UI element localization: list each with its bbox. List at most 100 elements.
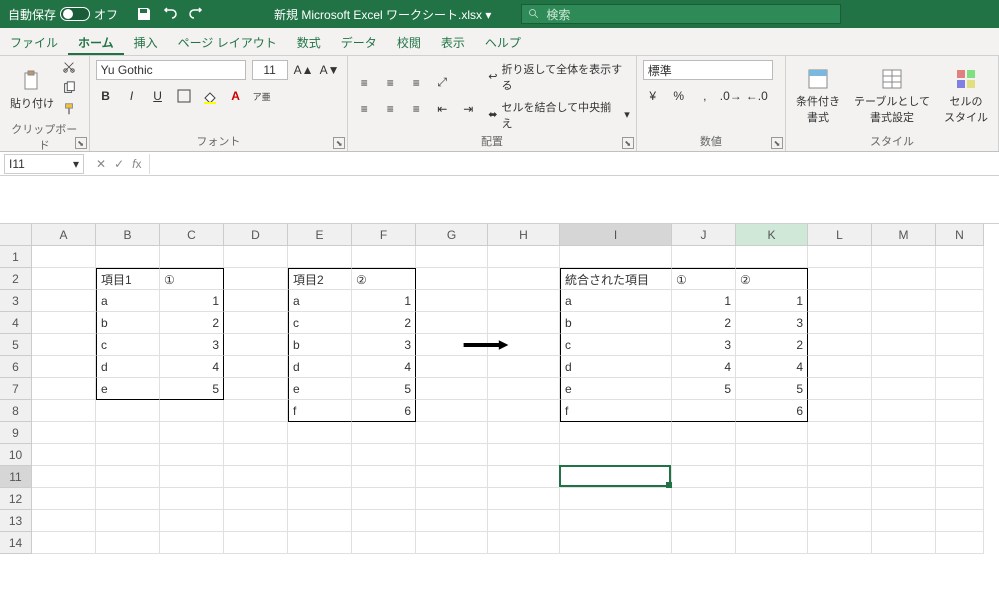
- cell-A12[interactable]: [32, 488, 96, 510]
- cell-I9[interactable]: [560, 422, 672, 444]
- cell-A6[interactable]: [32, 356, 96, 378]
- cell-I7[interactable]: e: [560, 378, 672, 400]
- cell-H9[interactable]: [488, 422, 560, 444]
- save-icon[interactable]: [136, 6, 152, 22]
- cell-B2[interactable]: 項目1: [96, 268, 160, 290]
- cell-G6[interactable]: [416, 356, 488, 378]
- tab-home[interactable]: ホーム: [68, 28, 124, 55]
- cell-A2[interactable]: [32, 268, 96, 290]
- cell-L12[interactable]: [808, 488, 872, 510]
- cell-M11[interactable]: [872, 466, 936, 488]
- undo-icon[interactable]: [162, 6, 178, 22]
- column-header-J[interactable]: J: [672, 224, 736, 246]
- cell-J11[interactable]: [672, 466, 736, 488]
- cell-J4[interactable]: 2: [672, 312, 736, 334]
- row-header-3[interactable]: 3: [0, 290, 32, 312]
- cell-K6[interactable]: 4: [736, 356, 808, 378]
- cell-M8[interactable]: [872, 400, 936, 422]
- cell-G3[interactable]: [416, 290, 488, 312]
- cell-J6[interactable]: 4: [672, 356, 736, 378]
- decrease-indent-icon[interactable]: ⇤: [432, 99, 452, 119]
- cell-L13[interactable]: [808, 510, 872, 532]
- cell-K10[interactable]: [736, 444, 808, 466]
- cell-B5[interactable]: c: [96, 334, 160, 356]
- row-header-6[interactable]: 6: [0, 356, 32, 378]
- alignment-launcher-icon[interactable]: ⬊: [622, 137, 634, 149]
- cell-J10[interactable]: [672, 444, 736, 466]
- cell-K9[interactable]: [736, 422, 808, 444]
- cell-N13[interactable]: [936, 510, 984, 532]
- cell-B8[interactable]: [96, 400, 160, 422]
- cell-C8[interactable]: [160, 400, 224, 422]
- column-header-B[interactable]: B: [96, 224, 160, 246]
- cell-E3[interactable]: a: [288, 290, 352, 312]
- cell-F12[interactable]: [352, 488, 416, 510]
- cell-I1[interactable]: [560, 246, 672, 268]
- cell-F2[interactable]: ②: [352, 268, 416, 290]
- row-header-8[interactable]: 8: [0, 400, 32, 422]
- cell-E14[interactable]: [288, 532, 352, 554]
- cell-E12[interactable]: [288, 488, 352, 510]
- borders-icon[interactable]: [174, 86, 194, 106]
- cell-K11[interactable]: [736, 466, 808, 488]
- cell-G13[interactable]: [416, 510, 488, 532]
- column-header-I[interactable]: I: [560, 224, 672, 246]
- clipboard-launcher-icon[interactable]: ⬊: [75, 137, 87, 149]
- cell-B14[interactable]: [96, 532, 160, 554]
- cell-L8[interactable]: [808, 400, 872, 422]
- cell-K13[interactable]: [736, 510, 808, 532]
- cell-H13[interactable]: [488, 510, 560, 532]
- underline-button[interactable]: U: [148, 86, 168, 106]
- cell-G12[interactable]: [416, 488, 488, 510]
- cell-L1[interactable]: [808, 246, 872, 268]
- cell-F5[interactable]: 3: [352, 334, 416, 356]
- tab-page-layout[interactable]: ページ レイアウト: [168, 28, 287, 55]
- cell-N10[interactable]: [936, 444, 984, 466]
- align-center-icon[interactable]: ≡: [380, 99, 400, 119]
- cell-I3[interactable]: a: [560, 290, 672, 312]
- cell-E1[interactable]: [288, 246, 352, 268]
- cell-M7[interactable]: [872, 378, 936, 400]
- cell-J5[interactable]: 3: [672, 334, 736, 356]
- font-name-combo[interactable]: Yu Gothic: [96, 60, 246, 80]
- cell-H14[interactable]: [488, 532, 560, 554]
- cell-J2[interactable]: ①: [672, 268, 736, 290]
- cell-styles-button[interactable]: セルの スタイル: [940, 65, 992, 127]
- cell-E7[interactable]: e: [288, 378, 352, 400]
- cell-J14[interactable]: [672, 532, 736, 554]
- cell-L3[interactable]: [808, 290, 872, 312]
- cell-C11[interactable]: [160, 466, 224, 488]
- wrap-text-button[interactable]: ↩折り返して全体を表示する: [488, 61, 630, 93]
- cell-E2[interactable]: 項目2: [288, 268, 352, 290]
- cell-F14[interactable]: [352, 532, 416, 554]
- cell-J12[interactable]: [672, 488, 736, 510]
- cell-B12[interactable]: [96, 488, 160, 510]
- cell-I4[interactable]: b: [560, 312, 672, 334]
- tab-data[interactable]: データ: [331, 28, 387, 55]
- row-header-11[interactable]: 11: [0, 466, 32, 488]
- row-header-14[interactable]: 14: [0, 532, 32, 554]
- cell-H12[interactable]: [488, 488, 560, 510]
- cell-H8[interactable]: [488, 400, 560, 422]
- cell-C1[interactable]: [160, 246, 224, 268]
- cell-C12[interactable]: [160, 488, 224, 510]
- cell-D5[interactable]: [224, 334, 288, 356]
- cell-N1[interactable]: [936, 246, 984, 268]
- cell-E8[interactable]: f: [288, 400, 352, 422]
- cell-F8[interactable]: 6: [352, 400, 416, 422]
- cell-C9[interactable]: [160, 422, 224, 444]
- cell-I5[interactable]: c: [560, 334, 672, 356]
- cell-L14[interactable]: [808, 532, 872, 554]
- tab-insert[interactable]: 挿入: [124, 28, 168, 55]
- cell-A10[interactable]: [32, 444, 96, 466]
- align-left-icon[interactable]: ≡: [354, 99, 374, 119]
- cell-C14[interactable]: [160, 532, 224, 554]
- row-header-13[interactable]: 13: [0, 510, 32, 532]
- cell-K2[interactable]: ②: [736, 268, 808, 290]
- cell-N5[interactable]: [936, 334, 984, 356]
- cell-I11[interactable]: [560, 466, 672, 488]
- cell-J9[interactable]: [672, 422, 736, 444]
- autosave-toggle[interactable]: 自動保存 オフ: [0, 6, 126, 23]
- cell-B3[interactable]: a: [96, 290, 160, 312]
- cell-A5[interactable]: [32, 334, 96, 356]
